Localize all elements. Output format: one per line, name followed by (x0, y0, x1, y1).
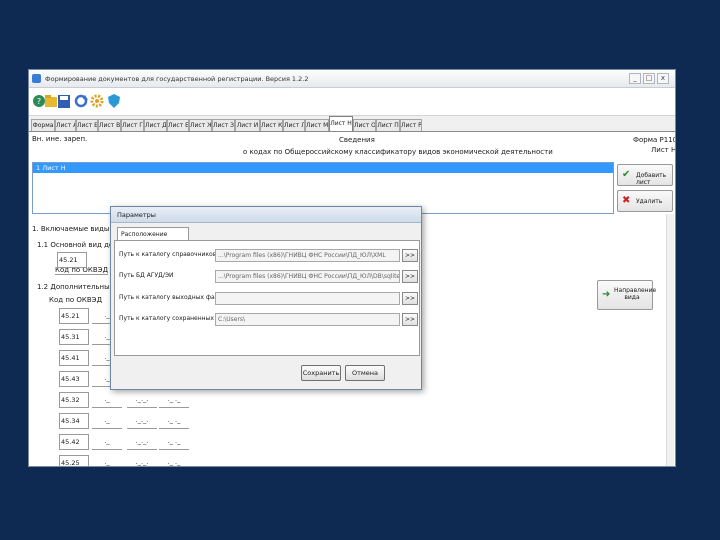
okved-suffix-cell[interactable]: ._ (92, 434, 122, 450)
save-toolbar-button[interactable] (56, 92, 72, 110)
okved-code-cell[interactable]: 45.42 (59, 434, 89, 450)
sheet-subtitle: о кодах по Общероссийскому классификатор… (243, 148, 553, 156)
dialog-title: Параметры (111, 207, 421, 223)
directory-path-field[interactable]: ...\Program files (x86)\ГНИВЦ ФНС России… (215, 249, 400, 262)
okved-empty-cell[interactable]: ._._. (127, 392, 157, 408)
refresh-icon (74, 94, 88, 108)
tab-list-o[interactable]: Лист О (353, 119, 376, 131)
tab-list-p[interactable]: Лист П (376, 119, 400, 131)
browse-button[interactable]: >> (402, 249, 418, 262)
shield-button[interactable] (106, 92, 122, 110)
directory-path-label: Путь к каталогу справочников (119, 251, 217, 258)
sheet-title: Сведения (339, 136, 375, 144)
save-button[interactable]: Сохранить (301, 365, 341, 381)
tab-list-zh[interactable]: Лист Ж (189, 119, 212, 131)
refresh-button[interactable] (73, 92, 89, 110)
shield-icon (108, 94, 120, 108)
vertical-scrollbar[interactable] (666, 214, 674, 466)
list-item[interactable]: 1 Лист Н (33, 163, 613, 173)
okved-empty-cell[interactable]: ._ ._ (159, 434, 189, 450)
dialog-panel: Путь к каталогу справочников ...\Program… (114, 240, 420, 356)
arrow-icon: ➜ (602, 289, 611, 300)
saved-path-field[interactable]: C:\Users\ (215, 313, 400, 326)
parameters-dialog: Параметры Расположение файлов Путь к кат… (110, 206, 422, 390)
okved-empty-cell[interactable]: ._ ._ (159, 392, 189, 408)
cancel-button[interactable]: Отмена (345, 365, 385, 381)
settings-button[interactable] (89, 92, 105, 110)
okved-empty-cell[interactable]: ._._. (127, 455, 157, 466)
tab-list-b[interactable]: Лист Б (76, 119, 98, 131)
tab-file-locations[interactable]: Расположение файлов (117, 227, 189, 251)
okved-empty-cell[interactable]: ._ ._ (159, 455, 189, 466)
okved-code-cell[interactable]: 45.21 (59, 308, 89, 324)
browse-button[interactable]: >> (402, 270, 418, 283)
tab-list-n[interactable]: Лист Н (329, 116, 353, 131)
okved-code-cell[interactable]: 45.25 (59, 455, 89, 466)
tab-forma[interactable]: Форма (31, 119, 55, 131)
sheet-label: Лист Н (651, 146, 676, 154)
okved-code-cell[interactable]: 45.32 (59, 392, 89, 408)
settings-icon (90, 94, 104, 108)
okved-suffix-cell[interactable]: ._ (92, 392, 122, 408)
okved-suffix-cell[interactable]: ._ (92, 413, 122, 429)
okved-additional-label: Код по ОКВЭД (49, 296, 103, 304)
tab-list-g[interactable]: Лист Г (121, 119, 144, 131)
close-button[interactable]: x (657, 73, 669, 84)
browse-button[interactable]: >> (402, 292, 418, 305)
svg-text:?: ? (37, 97, 41, 106)
delete-icon: ✖ (622, 195, 631, 206)
save-icon (58, 95, 70, 108)
database-path-label: Путь БД АГУД/ЭИ (119, 272, 174, 279)
tab-list-e[interactable]: Лист Е (167, 119, 189, 131)
window-title: Формирование документов для государствен… (45, 75, 309, 83)
okved-code-cell[interactable]: 45.41 (59, 350, 89, 366)
output-path-label: Путь к каталогу выходных файлов (119, 294, 230, 301)
title-bar: Формирование документов для государствен… (29, 70, 675, 88)
main-okved-code[interactable]: 45.21 (57, 252, 87, 268)
minimize-button[interactable]: _ (629, 73, 641, 84)
tab-list-m[interactable]: Лист М (305, 119, 329, 131)
remove-sheet-button[interactable]: ✖ Удалить (617, 190, 673, 212)
okved-code-cell[interactable]: 45.34 (59, 413, 89, 429)
sheet-tabs: Форма Лист А Лист Б Лист В Лист Г Лист Д… (29, 116, 675, 131)
tab-list-v[interactable]: Лист В (98, 119, 121, 131)
tab-list-a[interactable]: Лист А (55, 119, 76, 131)
maximize-button[interactable]: □ (643, 73, 655, 84)
tab-list-l[interactable]: Лист Л (283, 119, 305, 131)
tab-list-k[interactable]: Лист К (260, 119, 283, 131)
okved-empty-cell[interactable]: ._._. (127, 434, 157, 450)
tab-list-i[interactable]: Лист И (235, 119, 260, 131)
toolbar: ? (29, 88, 675, 116)
app-icon (32, 74, 41, 83)
database-path-field[interactable]: ...\Program files (x86)\ГНИВЦ ФНС России… (215, 270, 400, 283)
okved-empty-cell[interactable]: ._._. (127, 413, 157, 429)
tab-list-r[interactable]: Лист Р (400, 119, 422, 131)
tab-list-d[interactable]: Лист Д (144, 119, 167, 131)
browse-button[interactable]: >> (402, 313, 418, 326)
checkmark-icon: ✔ (622, 169, 631, 180)
output-path-field[interactable] (215, 292, 400, 305)
okved-code-cell[interactable]: 45.43 (59, 371, 89, 387)
left-header: Вн. ине. зареп. (32, 135, 88, 143)
okved-suffix-cell[interactable]: ._ (92, 455, 122, 466)
form-label: Форма Р11001 (633, 136, 675, 144)
okved-empty-cell[interactable]: ._ ._ (159, 413, 189, 429)
add-sheet-button[interactable]: ✔ Добавить лист (617, 164, 673, 186)
directions-button[interactable]: ➜ Направление вида (597, 280, 656, 310)
okved-code-cell[interactable]: 45.31 (59, 329, 89, 345)
tab-list-z[interactable]: Лист З (212, 119, 235, 131)
